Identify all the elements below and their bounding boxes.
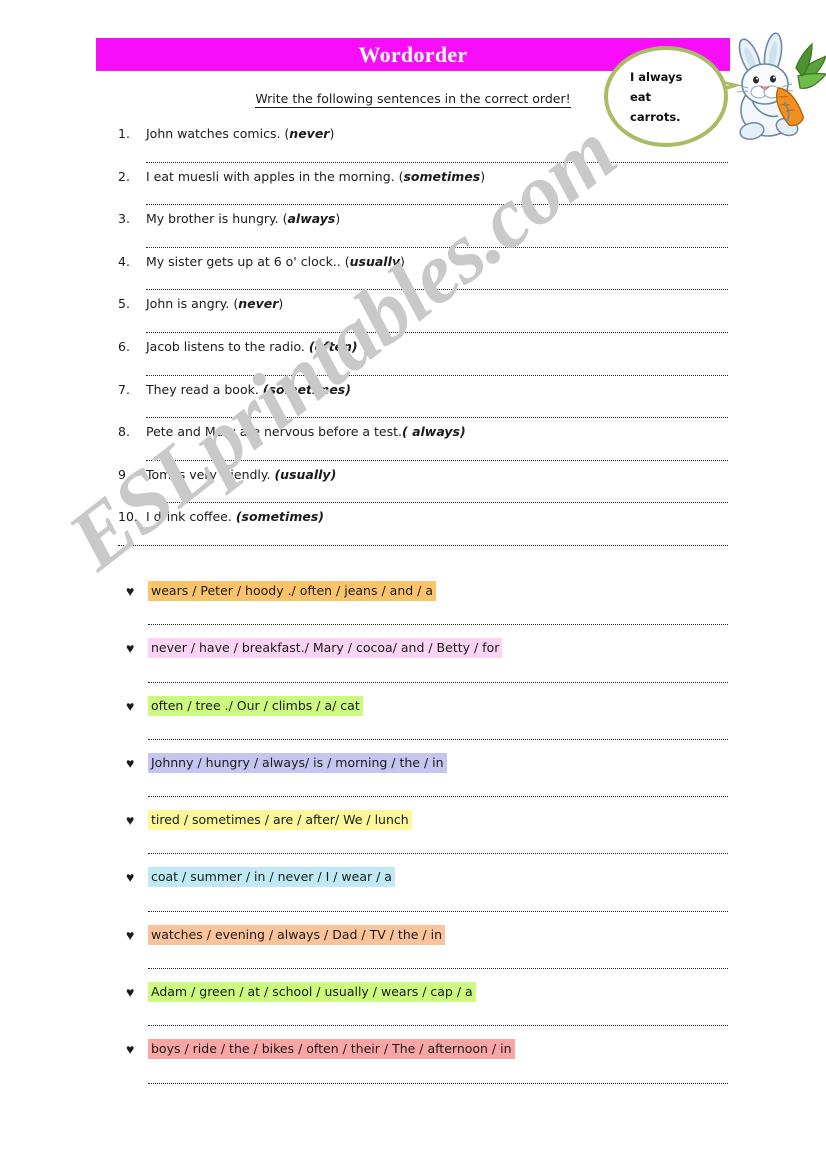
item-number: 7. — [118, 381, 130, 397]
item-number: 8. — [118, 424, 130, 440]
scrambled-words: Adam / green / at / school / usually / w… — [148, 982, 476, 1003]
answer-line[interactable] — [146, 246, 728, 248]
item-number: 9. — [118, 466, 130, 482]
scrambled-words: tired / sometimes / are / after/ We / lu… — [148, 810, 412, 831]
scrambled-item: ♥ tired / sometimes / are / after/ We / … — [126, 809, 728, 866]
scrambled-item: ♥ boys / ride / the / bikes / often / th… — [126, 1038, 728, 1095]
answer-line[interactable] — [146, 502, 728, 504]
scrambled-words: watches / evening / always / Dad / TV / … — [148, 924, 446, 945]
item-number: 10. — [118, 509, 138, 525]
speech-bubble-line-3: carrots. — [630, 110, 681, 124]
answer-line[interactable] — [148, 853, 728, 855]
scrambled-item: ♥ watches / evening / always / Dad / TV … — [126, 924, 728, 981]
heart-icon: ♥ — [126, 812, 135, 829]
exercise-item: 5. John is angry. (never) — [118, 296, 728, 339]
item-number: 4. — [118, 253, 130, 269]
scrambled-words: never / have / breakfast./ Mary / cocoa/… — [148, 638, 503, 659]
answer-line[interactable] — [146, 161, 728, 163]
instruction-text: Write the following sentences in the cor… — [255, 91, 571, 108]
item-sentence: John watches comics. (never) — [146, 126, 335, 141]
scrambled-words: coat / summer / in / never / I / wear / … — [148, 867, 395, 888]
scrambled-exercise-list: ♥ wears / Peter / hoody ./ often / jeans… — [126, 580, 728, 1096]
heart-icon: ♥ — [126, 640, 135, 657]
heart-icon: ♥ — [126, 984, 135, 1001]
item-sentence: Pete and Mary are nervous before a test.… — [146, 424, 466, 440]
answer-line[interactable] — [118, 544, 728, 546]
speech-bubble-line-2: eat — [630, 90, 652, 104]
answer-line[interactable] — [148, 681, 728, 683]
exercise-item: 3. My brother is hungry. (always) — [118, 211, 728, 254]
scrambled-words: Johnny / hungry / always/ is / morning /… — [148, 752, 447, 773]
exercise-item: 2. I eat muesli with apples in the morni… — [118, 169, 728, 212]
scrambled-words: boys / ride / the / bikes / often / thei… — [148, 1039, 515, 1060]
answer-line[interactable] — [148, 910, 728, 912]
scrambled-item: ♥ wears / Peter / hoody ./ often / jeans… — [126, 580, 728, 637]
item-sentence: My sister gets up at 6 o' clock.. (usual… — [146, 253, 405, 269]
exercise-item: 4. My sister gets up at 6 o' clock.. (us… — [118, 254, 728, 297]
exercise-item: 8. Pete and Mary are nervous before a te… — [118, 424, 728, 467]
answer-line[interactable] — [146, 417, 728, 419]
item-number: 2. — [118, 168, 130, 184]
numbered-exercise-list: 1. John watches comics. (never) 2. I eat… — [118, 126, 728, 552]
answer-line[interactable] — [146, 459, 728, 461]
scrambled-item: ♥ often / tree ./ Our / climbs / a/ cat — [126, 695, 728, 752]
scrambled-item: ♥ Johnny / hungry / always/ is / morning… — [126, 752, 728, 809]
speech-bubble-text: I always eat carrots. — [630, 67, 716, 127]
heart-icon: ♥ — [126, 697, 135, 714]
exercise-item: 9. Tom is very friendly. (usually) — [118, 467, 728, 510]
answer-line[interactable] — [146, 289, 728, 291]
item-number: 5. — [118, 296, 130, 312]
answer-line[interactable] — [146, 374, 728, 376]
item-sentence: I eat muesli with apples in the morning.… — [146, 168, 486, 184]
answer-line[interactable] — [148, 796, 728, 798]
heart-icon: ♥ — [126, 926, 135, 943]
item-number: 6. — [118, 338, 130, 354]
exercise-item: 6. Jacob listens to the radio. (often) — [118, 339, 728, 382]
item-number: 1. — [118, 126, 130, 141]
answer-line[interactable] — [148, 1025, 728, 1027]
answer-line[interactable] — [146, 204, 728, 206]
heart-icon: ♥ — [126, 754, 135, 771]
answer-line[interactable] — [148, 1082, 728, 1084]
item-sentence: I drink coffee. (sometimes) — [146, 509, 324, 525]
item-sentence: Tom is very friendly. (usually) — [146, 466, 337, 482]
item-number: 3. — [118, 211, 130, 227]
item-sentence: John is angry. (never) — [146, 296, 284, 312]
heart-icon: ♥ — [126, 869, 135, 886]
item-sentence: My brother is hungry. (always) — [146, 211, 341, 227]
exercise-item: 7. They read a book. (sometimes) — [118, 382, 728, 425]
item-sentence: They read a book. (sometimes) — [146, 381, 351, 397]
item-sentence: Jacob listens to the radio. (often) — [146, 338, 358, 354]
scrambled-item: ♥ never / have / breakfast./ Mary / coco… — [126, 637, 728, 694]
answer-line[interactable] — [146, 331, 728, 333]
answer-line[interactable] — [148, 968, 728, 970]
answer-line[interactable] — [148, 624, 728, 626]
answer-line[interactable] — [148, 738, 728, 740]
speech-bubble: I always eat carrots. — [604, 46, 744, 151]
scrambled-words: often / tree ./ Our / climbs / a/ cat — [148, 695, 363, 716]
scrambled-words: wears / Peter / hoody ./ often / jeans /… — [148, 581, 436, 601]
heart-icon: ♥ — [126, 1041, 135, 1058]
scrambled-item: ♥ coat / summer / in / never / I / wear … — [126, 866, 728, 923]
exercise-item: 10. I drink coffee. (sometimes) — [118, 509, 728, 552]
speech-bubble-line-1: I always — [630, 70, 683, 84]
heart-icon: ♥ — [126, 583, 135, 599]
worksheet-page: ESLprintables.com Wordorder Write the fo… — [0, 0, 826, 1169]
scrambled-item: ♥ Adam / green / at / school / usually /… — [126, 981, 728, 1038]
